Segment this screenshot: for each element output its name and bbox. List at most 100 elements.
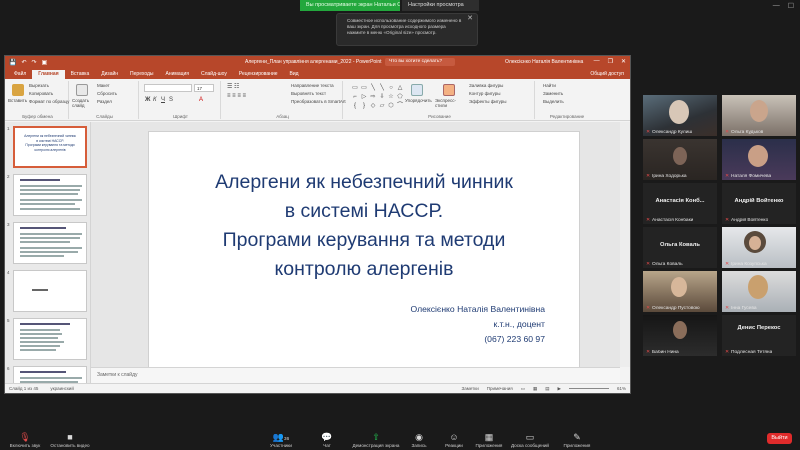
participant-tile[interactable]: Андрій Войтенко ✕ Андрій Войтенко <box>722 183 796 224</box>
font-size-select[interactable]: 17 <box>194 84 214 92</box>
camera-icon: ■ <box>67 432 73 442</box>
tell-me-search[interactable]: Что вы хотите сделать? <box>385 58 455 66</box>
vertical-scrollbar[interactable] <box>620 122 630 367</box>
participant-tile[interactable]: ✕ Ольга Кудьков <box>722 95 796 136</box>
tab-slideshow[interactable]: Слайд-шоу <box>195 70 233 79</box>
participant-tile[interactable]: ✕ Ірина Ходорька <box>643 139 717 180</box>
share-button[interactable]: Общий доступ <box>590 70 630 79</box>
tab-file[interactable]: Файл <box>8 70 32 79</box>
stop-video-button[interactable]: ■ Остановить видео <box>42 432 98 448</box>
sorter-view-icon[interactable]: ▦ <box>533 386 537 392</box>
participant-tile[interactable]: ✕ Наталя Фомичева <box>722 139 796 180</box>
slide-thumbnail[interactable] <box>13 366 87 383</box>
participant-tile[interactable]: Ольга Коваль ✕ Ольга Коваль <box>643 227 717 268</box>
paste-button[interactable]: Вставить <box>8 98 27 103</box>
tab-review[interactable]: Рецензирование <box>233 70 284 79</box>
whiteboards-button[interactable]: ▭ Доска сообщений <box>505 432 555 448</box>
tab-view[interactable]: Вид <box>284 70 305 79</box>
slide-thumbnail[interactable] <box>13 222 87 264</box>
thumb-number: 2 <box>7 174 10 179</box>
align-text-button[interactable]: Выровнять текст <box>291 91 326 96</box>
shadow-button[interactable]: S <box>169 97 173 103</box>
tab-design[interactable]: Дизайн <box>95 70 124 79</box>
select-button[interactable]: Выделить <box>543 99 564 104</box>
current-slide[interactable]: Алергени як небезпечний чинник в системі… <box>149 132 579 376</box>
chat-button[interactable]: 💬 Чат <box>302 432 352 448</box>
zoom-slider[interactable] <box>568 388 609 389</box>
present-icon[interactable]: ▣ <box>42 59 48 66</box>
close-icon[interactable]: ✕ <box>467 15 473 22</box>
font-family-select[interactable] <box>144 84 192 92</box>
reset-button[interactable]: Сбросить <box>97 91 117 96</box>
new-slide-button[interactable]: Создать слайд <box>72 98 94 108</box>
new-slide-icon[interactable] <box>76 84 88 96</box>
arrange-button[interactable]: Упорядочить <box>405 98 432 103</box>
participant-tile[interactable]: ✕ Олександр Кулиш <box>643 95 717 136</box>
participant-tile[interactable]: ✕ Олександр Пустовою <box>643 271 717 312</box>
minimize-icon[interactable]: — <box>594 58 600 65</box>
cut-button[interactable]: Вырезать <box>29 83 49 88</box>
underline-button[interactable]: Ч <box>161 97 165 103</box>
bullets-icon[interactable]: ☰ ☷ <box>227 83 239 90</box>
save-icon[interactable]: 💾 <box>9 59 16 66</box>
redo-icon[interactable]: ↷ <box>32 59 37 66</box>
italic-button[interactable]: К <box>153 97 157 103</box>
shapes-gallery[interactable]: ▭ ▭ ╲ ╲ ○ △ ⌐ ▷ ⇨ ⇩ ☆ ⬠ {} ◇ ▱ ⬡ ⌒ <box>351 84 403 110</box>
participant-tile[interactable]: Денис Перекос ✕ Подлесная Тетяна <box>722 315 796 356</box>
arrange-icon[interactable] <box>411 84 423 96</box>
notes-pane[interactable]: Заметки к слайду <box>91 367 620 383</box>
shape-fill-button[interactable]: Заливка фигуры <box>469 83 503 88</box>
language-indicator[interactable]: украинский <box>50 386 73 391</box>
whiteboard-icon: ▭ <box>525 432 535 442</box>
minimize-icon[interactable]: — <box>773 2 780 10</box>
participant-tile[interactable]: ✕ Інна Гусева <box>722 271 796 312</box>
reading-view-icon[interactable]: ▤ <box>545 386 549 392</box>
slide-title-line: Алергени як небезпечний чинник <box>215 171 513 193</box>
slide-thumbnail[interactable]: Алергени як небезпечний чинник в системі… <box>13 126 87 168</box>
notes-button[interactable]: ✎ Приложения <box>552 432 602 448</box>
slide-title[interactable]: Алергени як небезпечний чинник в системі… <box>189 168 539 284</box>
restore-icon[interactable]: ❐ <box>608 58 613 65</box>
notes-toggle[interactable]: Заметки <box>462 386 479 391</box>
smartart-button[interactable]: Преобразовать в SmartArt <box>291 99 346 104</box>
tab-insert[interactable]: Вставка <box>65 70 96 79</box>
normal-view-icon[interactable]: ▭ <box>521 386 525 392</box>
zoom-level[interactable]: 61% <box>617 386 626 391</box>
close-icon[interactable]: ✕ <box>621 58 626 65</box>
tab-transitions[interactable]: Переходы <box>124 70 159 79</box>
view-options-button[interactable]: Настройки просмотра <box>402 0 479 11</box>
tab-animations[interactable]: Анимация <box>160 70 195 79</box>
bold-button[interactable]: Ж <box>145 97 150 103</box>
participant-tile-active-speaker[interactable]: ✕ Ірина Козупська <box>722 227 796 268</box>
align-icons[interactable]: ≡ ≡ ≡ ≡ <box>227 93 246 99</box>
replace-button[interactable]: Заменить <box>543 91 563 96</box>
maximize-icon[interactable]: ☐ <box>788 2 794 10</box>
layout-button[interactable]: Макет <box>97 83 110 88</box>
shape-effects-button[interactable]: Эффекты фигуры <box>469 99 507 104</box>
leave-button[interactable]: Выйти <box>767 433 792 444</box>
quick-styles-icon[interactable] <box>443 84 455 96</box>
group-editing: Найти Заменить Выделить Редактирование <box>537 81 597 119</box>
quick-styles-button[interactable]: Экспресс-стили <box>435 98 465 108</box>
font-color-button[interactable]: A <box>199 97 203 103</box>
slide-thumbnail[interactable] <box>13 174 87 216</box>
comments-toggle[interactable]: Примечания <box>487 386 513 391</box>
copy-button[interactable]: Копировать <box>29 91 53 96</box>
find-button[interactable]: Найти <box>543 83 556 88</box>
shape-outline-button[interactable]: Контур фигуры <box>469 91 500 96</box>
undo-icon[interactable]: ↶ <box>21 59 26 66</box>
paste-icon[interactable] <box>12 84 24 96</box>
participant-tile[interactable]: ✕ Бабин Нина <box>643 315 717 356</box>
slide-subtitle[interactable]: Олексієнко Наталія Валентинівна к.т.н., … <box>410 302 545 347</box>
text-direction-button[interactable]: Направление текста <box>291 83 334 88</box>
slideshow-view-icon[interactable]: ▶ <box>558 386 561 392</box>
participants-button[interactable]: 👥36 Участники <box>256 432 306 448</box>
participant-name: ✕ Олександр Пустовою <box>646 306 700 311</box>
slide-thumbnail[interactable] <box>13 270 87 312</box>
participant-tile[interactable]: Анастасія Конб... ✕ Анастасія Конбаки <box>643 183 717 224</box>
format-painter-button[interactable]: Формат по образцу <box>29 99 69 104</box>
slide-thumbnail[interactable] <box>13 318 87 360</box>
thumb-number: 4 <box>7 270 10 275</box>
section-button[interactable]: Раздел <box>97 99 112 104</box>
tab-home[interactable]: Главная <box>32 70 65 79</box>
